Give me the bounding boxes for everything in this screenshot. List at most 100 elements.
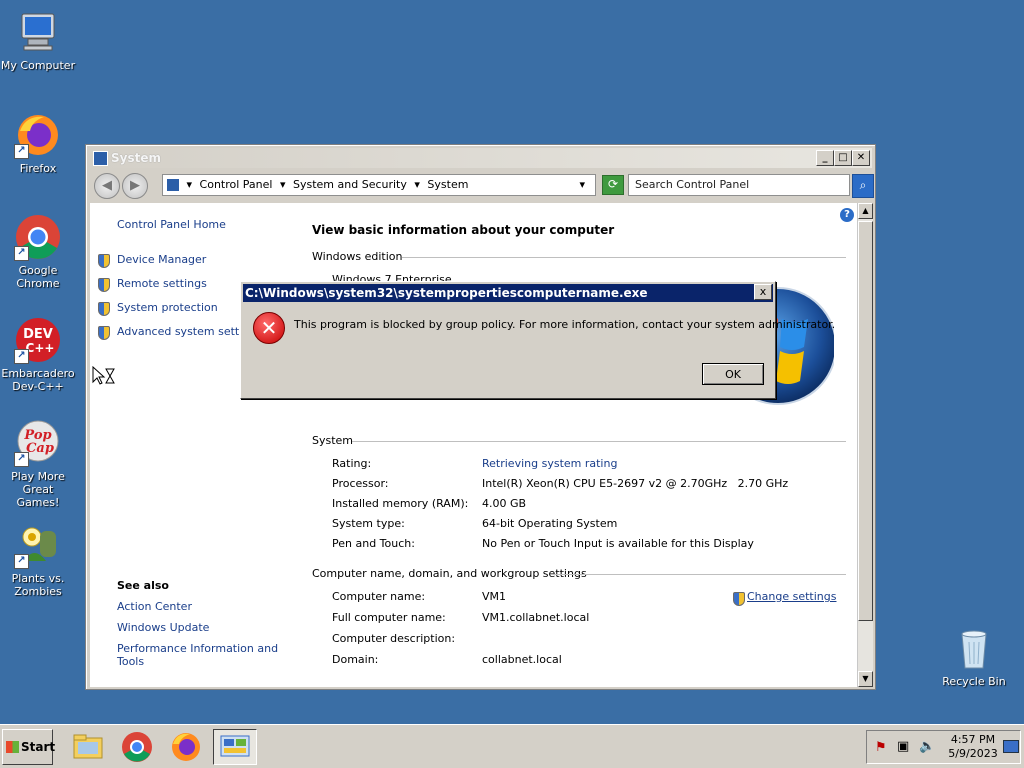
breadcrumb-separator-icon[interactable]: ▾: [187, 175, 193, 195]
action-center-flag-icon[interactable]: ⚑: [875, 740, 887, 755]
computer-name-section: Computer name, domain, and workgroup set…: [312, 567, 587, 580]
breadcrumb-separator-icon[interactable]: ▾: [280, 175, 286, 195]
taskbar-file-explorer[interactable]: [66, 729, 110, 765]
action-center-link[interactable]: Action Center: [117, 600, 192, 613]
clock[interactable]: 4:57 PM 5/9/2023: [947, 733, 999, 761]
popcap-icon: Pop Cap ↗: [14, 419, 62, 467]
memory-label: Installed memory (RAM):: [332, 497, 469, 510]
change-settings-link[interactable]: Change settings: [747, 590, 836, 603]
scroll-thumb[interactable]: [858, 221, 873, 621]
minimize-button[interactable]: _: [816, 150, 834, 166]
desktop-icon-label: Recycle Bin: [942, 675, 1006, 688]
scroll-up-button[interactable]: ▲: [858, 203, 873, 219]
taskbar-control-panel[interactable]: [213, 729, 257, 765]
page-title: View basic information about your comput…: [312, 223, 615, 237]
back-button[interactable]: ◀: [94, 173, 120, 199]
show-desktop-icon[interactable]: [1003, 740, 1019, 753]
firefox-icon: ↗: [14, 111, 62, 159]
refresh-button[interactable]: ⟳: [602, 175, 624, 195]
ok-button[interactable]: OK: [702, 363, 764, 385]
rating-value[interactable]: Retrieving system rating: [482, 457, 617, 470]
rating-label: Rating:: [332, 457, 372, 470]
memory-value: 4.00 GB: [482, 497, 527, 510]
start-button[interactable]: Start: [2, 729, 56, 765]
breadcrumb-control-panel[interactable]: Control Panel: [200, 175, 273, 195]
computer-name-label: Computer name:: [332, 590, 426, 603]
control-panel-icon: [167, 179, 179, 191]
see-also-heading: See also: [117, 579, 169, 592]
vertical-scrollbar[interactable]: ▲ ▼: [857, 203, 873, 687]
taskbar-firefox[interactable]: [164, 729, 208, 765]
desktop-icon-chrome[interactable]: ↗ Google Chrome: [0, 213, 76, 290]
windows-update-link[interactable]: Windows Update: [117, 621, 209, 634]
breadcrumb-system[interactable]: System: [427, 175, 468, 195]
breadcrumb-separator-icon[interactable]: ▾: [414, 175, 420, 195]
domain-value: collabnet.local: [482, 653, 562, 666]
processor-label: Processor:: [332, 477, 389, 490]
desktop-icon-plants-vs-zombies[interactable]: ↗ Plants vs. Zombies: [0, 521, 76, 598]
error-icon: ✕: [253, 312, 285, 344]
breadcrumb-system-and-security[interactable]: System and Security: [293, 175, 407, 195]
desktop-icon-label: Plants vs. Zombies: [11, 572, 65, 598]
pen-touch-value: No Pen or Touch Input is available for t…: [482, 537, 754, 550]
system-tray: ⚑ ▣ 🔈 4:57 PM 5/9/2023: [866, 730, 1021, 764]
svg-text:Cap: Cap: [26, 441, 54, 456]
device-manager-link[interactable]: Device Manager: [117, 253, 206, 266]
desktop-icon-label: Embarcadero Dev-C++: [1, 367, 75, 393]
svg-text:C++: C++: [26, 341, 55, 355]
system-section: System: [312, 434, 354, 447]
clock-date: 5/9/2023: [948, 747, 998, 760]
section-divider: [402, 257, 846, 258]
network-icon[interactable]: ▣: [897, 739, 909, 754]
busy-cursor-icon: [92, 365, 116, 389]
desktop-icon-label: My Computer: [0, 59, 76, 72]
chrome-icon: ↗: [14, 213, 62, 261]
shield-icon: [98, 278, 110, 292]
desktop-icon-my-computer[interactable]: My Computer: [0, 8, 76, 72]
domain-label: Domain:: [332, 653, 379, 666]
system-type-label: System type:: [332, 517, 405, 530]
remote-settings-link[interactable]: Remote settings: [117, 277, 207, 290]
computer-description-label: Computer description:: [332, 632, 456, 645]
full-computer-name-label: Full computer name:: [332, 611, 446, 624]
shortcut-arrow-icon: ↗: [14, 144, 29, 159]
start-label: Start: [21, 740, 56, 754]
performance-information-link[interactable]: Performance Information and Tools: [117, 642, 278, 668]
system-window: System _ □ ✕ ◀ ▶ ▾ Control Panel ▾ Syste…: [85, 144, 876, 690]
breadcrumb[interactable]: ▾ Control Panel ▾ System and Security ▾ …: [162, 174, 596, 196]
devcpp-icon: DEV C++ ↗: [14, 316, 62, 364]
address-bar: ◀ ▶ ▾ Control Panel ▾ System and Securit…: [90, 170, 874, 200]
volume-icon[interactable]: 🔈: [919, 739, 935, 754]
forward-button[interactable]: ▶: [122, 173, 148, 199]
desktop-icon-popcap[interactable]: Pop Cap ↗ Play More Great Games!: [0, 419, 76, 509]
dialog-close-button[interactable]: x: [754, 284, 772, 300]
computer-name-value: VM1: [482, 590, 507, 603]
shield-icon: [98, 326, 110, 340]
control-panel-home-link[interactable]: Control Panel Home: [117, 218, 226, 231]
taskbar-chrome[interactable]: [115, 729, 159, 765]
search-icon[interactable]: ⌕: [852, 174, 874, 198]
system-protection-link[interactable]: System protection: [117, 301, 218, 314]
dialog-title[interactable]: C:\Windows\system32\systempropertiescomp…: [243, 284, 773, 302]
processor-value: Intel(R) Xeon(R) CPU E5-2697 v2 @ 2.70GH…: [482, 477, 789, 490]
taskbar: Start ⚑ ▣ 🔈 4:57 PM 5/9/2023: [0, 724, 1024, 768]
desktop-icon-firefox[interactable]: ↗ Firefox: [0, 111, 76, 175]
windows-flag-icon: [6, 741, 19, 753]
window-titlebar[interactable]: System _ □ ✕: [89, 148, 872, 168]
desktop-icon-recycle-bin[interactable]: Recycle Bin: [936, 624, 1012, 688]
shield-icon: [733, 592, 745, 606]
maximize-button[interactable]: □: [834, 150, 852, 166]
full-computer-name-value: VM1.collabnet.local: [482, 611, 590, 624]
pen-touch-label: Pen and Touch:: [332, 537, 415, 550]
plants-vs-zombies-icon: ↗: [14, 521, 62, 569]
desktop-icon-devcpp[interactable]: DEV C++ ↗ Embarcadero Dev-C++: [0, 316, 76, 393]
svg-text:DEV: DEV: [23, 327, 53, 342]
section-divider: [554, 574, 846, 575]
content-area: Control Panel Home Device Manager Remote…: [90, 203, 858, 687]
search-input[interactable]: Search Control Panel: [628, 174, 850, 196]
close-button[interactable]: ✕: [852, 150, 870, 166]
scroll-down-button[interactable]: ▼: [858, 671, 873, 687]
firefox-icon: [172, 733, 200, 761]
help-icon[interactable]: ?: [840, 208, 854, 222]
address-dropdown-icon[interactable]: ▾: [579, 175, 585, 195]
